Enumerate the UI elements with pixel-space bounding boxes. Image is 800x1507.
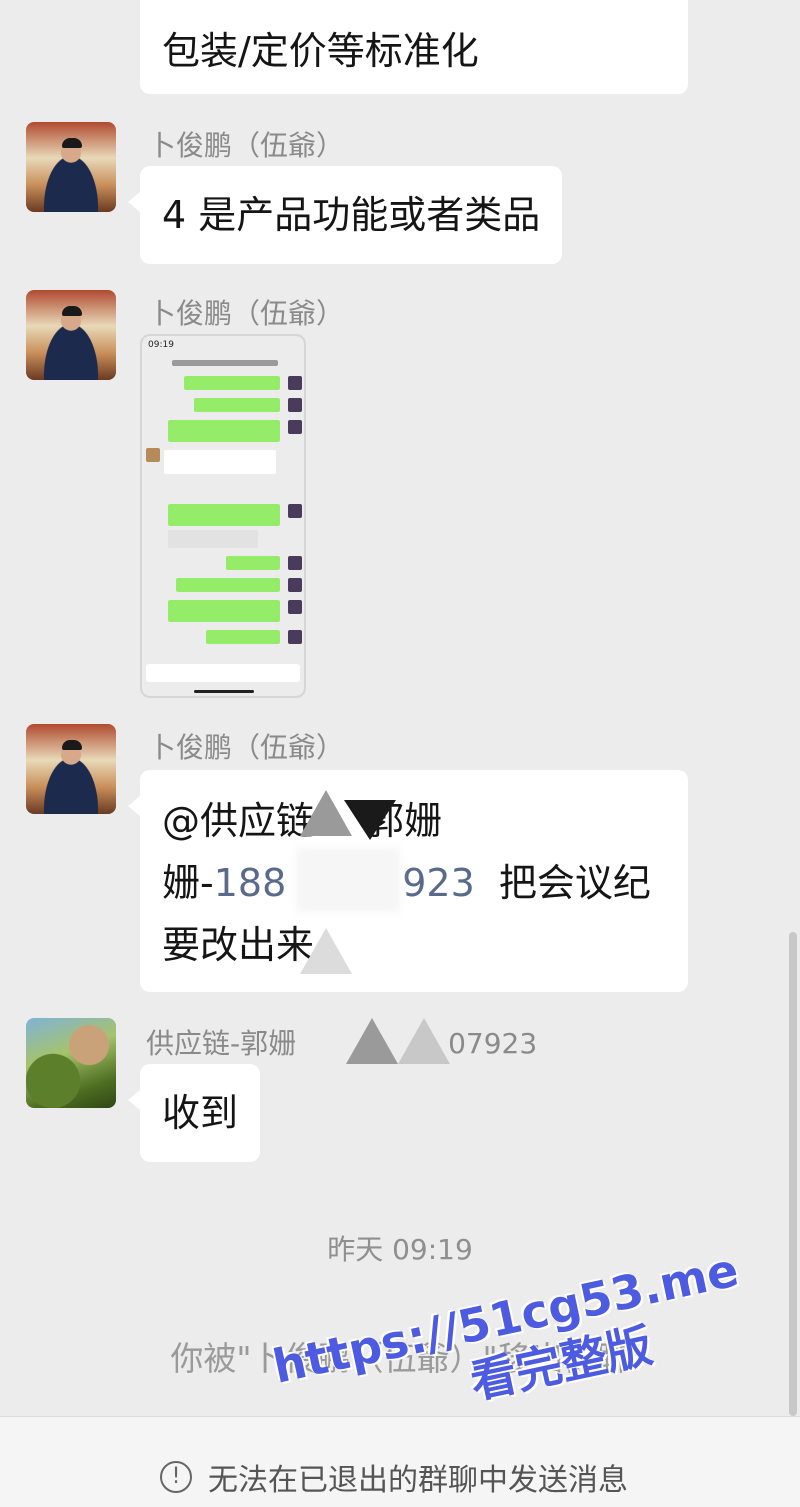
image-message[interactable]: 09:19 [140,334,306,698]
screenshot-bubble [168,504,280,526]
avatar-hair [62,138,82,148]
info-circle-icon: ! [160,1461,192,1493]
message-line: 要改出来 [162,914,666,976]
screenshot-bubble [164,450,276,474]
screenshot-avatar [288,556,302,570]
message-text: 包装/定价等标准化 [162,29,479,73]
sender-name: 卜俊鹏（伍爺） [148,731,345,764]
scrollbar[interactable] [789,932,797,1416]
screenshot-avatar [288,630,302,644]
screenshot-bubble [194,398,280,412]
screenshot-avatar [288,600,302,614]
system-note: 你被"卜俊鹏（伍爺）"移出群聊 [170,1339,630,1378]
footer-bar: ! 无法在已退出的群聊中发送消息 [0,1416,800,1507]
avatar[interactable] [26,1018,116,1108]
message-text: 姗- [162,861,214,905]
sender-name: 卜俊鹏（伍爺） [148,129,345,162]
screenshot-title [172,360,278,366]
avatar[interactable] [26,290,116,380]
screenshot-home-indicator [194,690,254,693]
message-text: 4 是产品功能或者类品 [162,193,541,237]
timestamp: 昨天 09:19 [327,1233,473,1266]
screenshot-avatar [288,578,302,592]
screenshot-avatar [146,448,160,462]
screenshot-bubble [168,420,280,442]
avatar-hair [62,740,82,750]
redaction-mark [398,1018,450,1064]
sender-name: 卜俊鹏（伍爺） [148,297,345,330]
redaction-mark [300,928,352,974]
phone-number-end: 923 [402,861,475,905]
screenshot-bubble [168,530,258,548]
message-line: 姗-188 923 把会议纪 [162,852,666,914]
screenshot-bubble [184,376,280,390]
message-bubble[interactable]: 4 是产品功能或者类品 [127,166,563,264]
screenshot-avatar [288,420,302,434]
footer-text: 无法在已退出的群聊中发送消息 [208,1463,628,1498]
avatar-hair [62,306,82,316]
screenshot-bubble [176,578,280,592]
message-line: @供应链 郭姗 [162,790,666,852]
message-bubble[interactable]: @供应链 郭姗 姗-188 923 把会议纪 要改出来 [128,770,688,992]
avatar[interactable] [26,724,116,814]
message-text: 要改出来 [162,923,315,967]
chat-area: 包装/定价等标准化 卜俊鹏（伍爺） 4 是产品功能或者类品 卜俊鹏（伍爺） 09… [0,0,800,1416]
screenshot-input-bar [146,664,300,682]
message-text: 收到 [162,1091,239,1135]
sender-name-start: 供应链-郭姗 [146,1027,297,1060]
screenshot-bubble [226,556,280,570]
phone-number-start: 188 [213,861,287,905]
message-text: 把会议纪 [498,861,651,905]
screenshot-avatar [288,376,302,390]
screenshot-avatar [288,398,302,412]
redaction-mark [344,800,396,840]
message-bubble[interactable]: 包装/定价等标准化 [140,0,688,94]
screenshot-bubble [206,630,280,644]
message-bubble[interactable]: 收到 [127,1064,261,1162]
screenshot-bubble [168,600,280,622]
mention-text: @供应链 [162,799,315,843]
redaction-mark [346,1018,398,1064]
avatar[interactable] [26,122,116,212]
screenshot-avatar [288,504,302,518]
sender-name: 供应链-郭姗 07923 [146,1022,537,1062]
sender-name-end: 07923 [448,1027,538,1060]
screenshot-status-time: 09:19 [148,340,174,350]
redaction-blur [296,848,400,912]
footer-content: ! 无法在已退出的群聊中发送消息 [160,1455,628,1499]
